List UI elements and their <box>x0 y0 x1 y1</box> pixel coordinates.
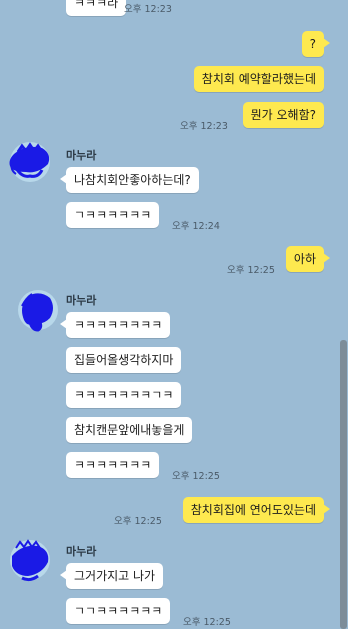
message-text: 뭔가 오해함? <box>250 108 316 122</box>
chat-window: ㅋㅋㅋ라 오후 12:23 ? 참치회 예약할라했는데 뭔가 오해함? 오후 1… <box>0 0 348 629</box>
message-text: ㅋㅋㅋ라 <box>74 0 119 10</box>
sender-name: 마누라 <box>66 294 97 307</box>
message-time: 오후 12:24 <box>172 221 220 232</box>
avatar[interactable] <box>8 140 52 184</box>
message-bubble-outgoing[interactable]: 뭔가 오해함? <box>242 102 324 128</box>
message-time: 오후 12:25 <box>114 516 162 527</box>
message-text: 참치회집에 연어도있는데 <box>190 503 316 517</box>
message-bubble-incoming[interactable]: ㅋㅋㅋㅋㅋㅋㅋ <box>66 452 160 478</box>
message-time: 오후 12:23 <box>124 4 172 15</box>
sender-name: 마누라 <box>66 149 97 162</box>
message-text: 나참치회안좋아하는데? <box>74 173 191 187</box>
message-text: ㅋㅋㅋㅋㅋㅋㅋㅋ <box>74 318 163 332</box>
avatar[interactable] <box>8 538 52 582</box>
message-text: ? <box>309 37 316 51</box>
message-time: 오후 12:25 <box>183 617 231 628</box>
message-bubble-incoming[interactable]: 참치캔문앞에내놓을게 <box>66 417 193 443</box>
message-text: 집들어올생각하지마 <box>74 353 174 367</box>
message-bubble-incoming[interactable]: 나참치회안좋아하는데? <box>60 167 199 193</box>
message-bubble-outgoing[interactable]: 참치회 예약할라했는데 <box>193 66 324 92</box>
scribbled-avatar-icon <box>18 290 58 332</box>
message-text: 참치회 예약할라했는데 <box>201 72 316 86</box>
message-bubble-incoming[interactable]: ㅋㅋㅋㅋㅋㅋㅋㄱㅋ <box>66 382 182 408</box>
message-text: ㄱㅋㅋㅋㅋㅋㅋ <box>74 208 152 222</box>
message-text: 참치캔문앞에내놓을게 <box>74 423 185 437</box>
avatar[interactable] <box>16 288 60 332</box>
message-text: 그거가지고 나가 <box>74 569 156 583</box>
scrollbar-thumb[interactable] <box>340 340 347 629</box>
message-text: ㅋㅋㅋㅋㅋㅋㅋ <box>74 458 152 472</box>
message-bubble-outgoing[interactable]: ? <box>301 31 331 57</box>
message-bubble-incoming[interactable]: ㄱㄱㅋㅋㅋㅋㅋㅋ <box>66 598 171 624</box>
message-bubble-incoming[interactable]: ㅋㅋㅋ라 <box>66 0 127 16</box>
message-bubble-incoming[interactable]: ㅋㅋㅋㅋㅋㅋㅋㅋ <box>59 312 171 338</box>
scribbled-avatar-icon <box>10 539 50 582</box>
message-bubble-outgoing[interactable]: 참치회집에 연어도있는데 <box>182 497 331 523</box>
message-time: 오후 12:23 <box>180 121 228 132</box>
message-bubble-incoming[interactable]: ㄱㅋㅋㅋㅋㅋㅋ <box>66 202 160 228</box>
message-text: ㅋㅋㅋㅋㅋㅋㅋㄱㅋ <box>74 388 174 402</box>
message-time: 오후 12:25 <box>227 265 275 276</box>
message-bubble-incoming[interactable]: 집들어올생각하지마 <box>66 347 182 373</box>
message-bubble-incoming[interactable]: 그거가지고 나가 <box>59 563 164 589</box>
scribbled-avatar-icon <box>9 142 50 182</box>
message-text: ㄱㄱㅋㅋㅋㅋㅋㅋ <box>74 604 163 618</box>
message-bubble-outgoing[interactable]: 아하 <box>285 246 331 272</box>
message-text: 아하 <box>293 252 316 266</box>
sender-name: 마누라 <box>66 545 97 558</box>
message-time: 오후 12:25 <box>172 471 220 482</box>
